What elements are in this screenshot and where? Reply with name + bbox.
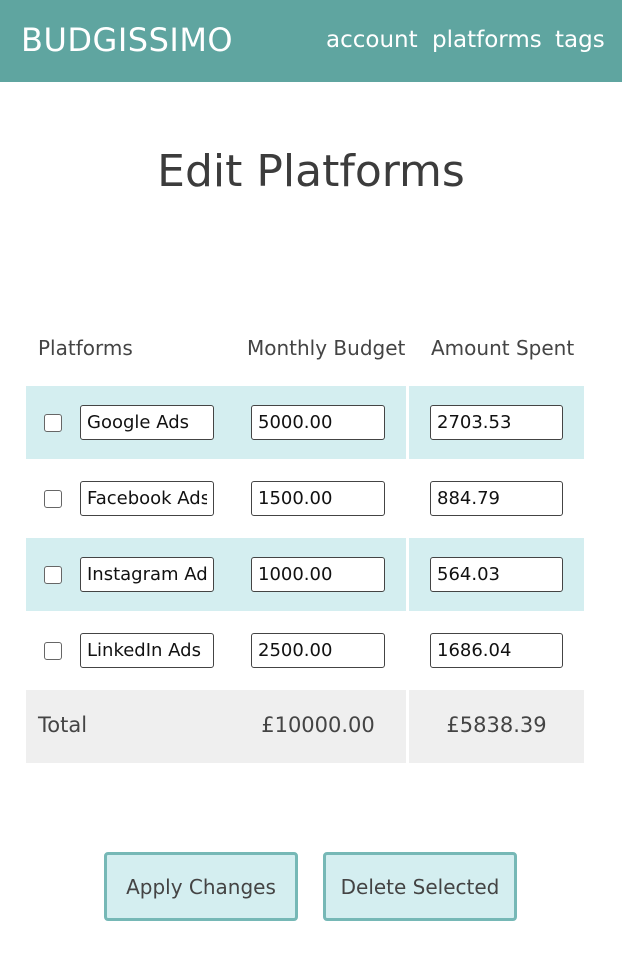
amount-spent-input[interactable]	[430, 633, 563, 668]
row-select-checkbox[interactable]	[44, 490, 62, 508]
nav-link-tags[interactable]: tags	[555, 27, 605, 53]
column-divider	[406, 690, 409, 763]
monthly-budget-input[interactable]	[251, 405, 385, 440]
brand-logo[interactable]: BUDGISSIMO	[21, 21, 233, 59]
row-select-checkbox[interactable]	[44, 414, 62, 432]
total-budget-value: £10000.00	[261, 713, 375, 737]
platform-name-input[interactable]	[80, 633, 214, 668]
column-header-amount-spent: Amount Spent	[431, 336, 575, 360]
platform-name-input[interactable]	[80, 557, 214, 592]
amount-spent-input[interactable]	[430, 481, 563, 516]
total-spent-value: £5838.39	[446, 713, 547, 737]
row-select-checkbox[interactable]	[44, 566, 62, 584]
top-nav-bar: BUDGISSIMO account platforms tags	[0, 0, 622, 82]
column-divider	[406, 386, 409, 459]
column-header-platforms: Platforms	[38, 336, 133, 360]
page-title: Edit Platforms	[157, 146, 465, 197]
delete-selected-button[interactable]: Delete Selected	[323, 852, 517, 921]
amount-spent-input[interactable]	[430, 405, 563, 440]
monthly-budget-input[interactable]	[251, 557, 385, 592]
nav-link-platforms[interactable]: platforms	[432, 27, 542, 53]
platform-name-input[interactable]	[80, 481, 214, 516]
platform-name-input[interactable]	[80, 405, 214, 440]
column-header-monthly-budget: Monthly Budget	[247, 336, 406, 360]
column-divider	[406, 538, 409, 611]
apply-changes-button[interactable]: Apply Changes	[104, 852, 298, 921]
monthly-budget-input[interactable]	[251, 633, 385, 668]
nav-link-account[interactable]: account	[326, 27, 418, 53]
total-label: Total	[38, 713, 88, 737]
amount-spent-input[interactable]	[430, 557, 563, 592]
row-select-checkbox[interactable]	[44, 642, 62, 660]
monthly-budget-input[interactable]	[251, 481, 385, 516]
